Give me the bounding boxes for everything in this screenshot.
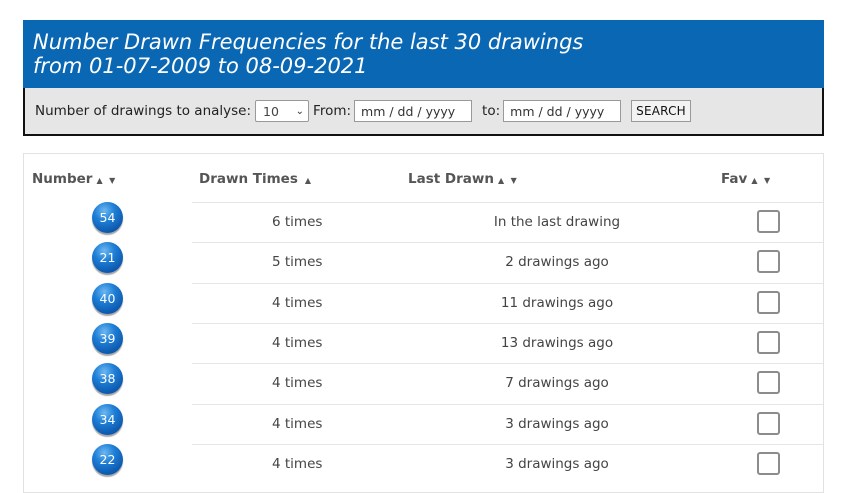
fav-checkbox[interactable] <box>757 452 780 475</box>
drawn-times-cell: 4 times <box>272 295 323 311</box>
frequency-table: Number ▲ ▼ Drawn Times ▲ Last Drawn ▲ ▼ Fav… <box>23 153 824 493</box>
fav-checkbox[interactable] <box>757 250 780 273</box>
table-row: 21 5 times 2 drawings ago <box>24 242 823 282</box>
to-date-input[interactable]: mm / dd / yyyy <box>503 100 622 122</box>
column-header-drawn-times[interactable]: Drawn Times ▲ <box>199 171 313 187</box>
column-header-number-label: Number <box>32 171 93 187</box>
number-ball: 38 <box>92 363 123 394</box>
fav-checkbox[interactable] <box>757 371 780 394</box>
chevron-down-icon: ⌄ <box>295 105 305 117</box>
page-title-line-1: Number Drawn Frequencies for the last 30… <box>33 30 584 54</box>
sort-up-down-icon[interactable]: ▲ ▼ <box>751 176 772 185</box>
table-row: 54 6 times In the last drawing <box>24 202 823 242</box>
table-row: 39 4 times 13 drawings ago <box>24 323 823 363</box>
page-header: Number Drawn Frequencies for the last 30… <box>23 20 824 88</box>
column-header-last-drawn[interactable]: Last Drawn ▲ ▼ <box>408 171 519 187</box>
row-divider <box>192 202 823 203</box>
from-label: From: <box>313 103 352 119</box>
sort-up-down-icon[interactable]: ▲ ▼ <box>96 176 117 185</box>
table-row: 38 4 times 7 drawings ago <box>24 363 823 403</box>
drawn-times-cell: 4 times <box>272 335 323 351</box>
sort-up-down-icon[interactable]: ▲ ▼ <box>498 176 519 185</box>
last-drawn-cell: 2 drawings ago <box>505 254 609 270</box>
drawn-times-cell: 6 times <box>272 214 323 230</box>
column-header-number[interactable]: Number ▲ ▼ <box>32 171 117 187</box>
to-label: to: <box>482 103 501 119</box>
drawn-times-cell: 5 times <box>272 254 323 270</box>
table-row: 22 4 times 3 drawings ago <box>24 444 823 484</box>
row-divider <box>192 283 823 284</box>
last-drawn-cell: 11 drawings ago <box>500 295 614 311</box>
number-ball: 34 <box>92 404 123 435</box>
page-title-line-2: from 01-07-2009 to 08-09-2021 <box>33 54 368 78</box>
fav-checkbox[interactable] <box>757 412 780 435</box>
row-divider <box>192 404 823 405</box>
row-divider <box>192 363 823 364</box>
drawn-times-cell: 4 times <box>272 416 323 432</box>
column-header-last-drawn-label: Last Drawn <box>408 171 494 187</box>
last-drawn-cell: In the last drawing <box>493 214 621 230</box>
row-divider <box>192 323 823 324</box>
last-drawn-cell: 3 drawings ago <box>505 456 609 472</box>
number-ball: 21 <box>92 242 123 273</box>
number-ball: 40 <box>92 283 123 314</box>
number-ball: 54 <box>92 202 123 233</box>
number-ball: 22 <box>92 444 123 475</box>
table-row: 34 4 times 3 drawings ago <box>24 404 823 444</box>
analyse-label: Number of drawings to analyse: <box>35 103 252 119</box>
fav-checkbox[interactable] <box>757 291 780 314</box>
last-drawn-cell: 13 drawings ago <box>500 335 614 351</box>
fav-checkbox[interactable] <box>757 331 780 354</box>
from-date-placeholder: mm / dd / yyyy <box>361 103 456 119</box>
last-drawn-cell: 3 drawings ago <box>505 416 609 432</box>
sort-up-icon[interactable]: ▲ <box>305 176 313 185</box>
from-date-input[interactable]: mm / dd / yyyy <box>354 100 473 122</box>
number-ball: 39 <box>92 323 123 354</box>
table-row: 40 4 times 11 drawings ago <box>24 283 823 323</box>
drawings-count-select[interactable]: 10 ⌄ <box>255 100 310 122</box>
filter-bar: Number of drawings to analyse: 10 ⌄ From… <box>23 88 824 136</box>
column-header-fav[interactable]: Fav ▲ ▼ <box>721 171 772 187</box>
row-divider <box>192 444 823 445</box>
drawings-count-value: 10 <box>263 103 279 119</box>
to-date-placeholder: mm / dd / yyyy <box>510 103 605 119</box>
column-header-fav-label: Fav <box>721 171 748 187</box>
search-button[interactable]: SEARCH <box>631 100 691 122</box>
drawn-times-cell: 4 times <box>272 456 323 472</box>
column-header-drawn-times-label: Drawn Times <box>199 171 298 187</box>
fav-checkbox[interactable] <box>757 210 780 233</box>
last-drawn-cell: 7 drawings ago <box>505 375 609 391</box>
row-divider <box>192 242 823 243</box>
drawn-times-cell: 4 times <box>272 375 323 391</box>
